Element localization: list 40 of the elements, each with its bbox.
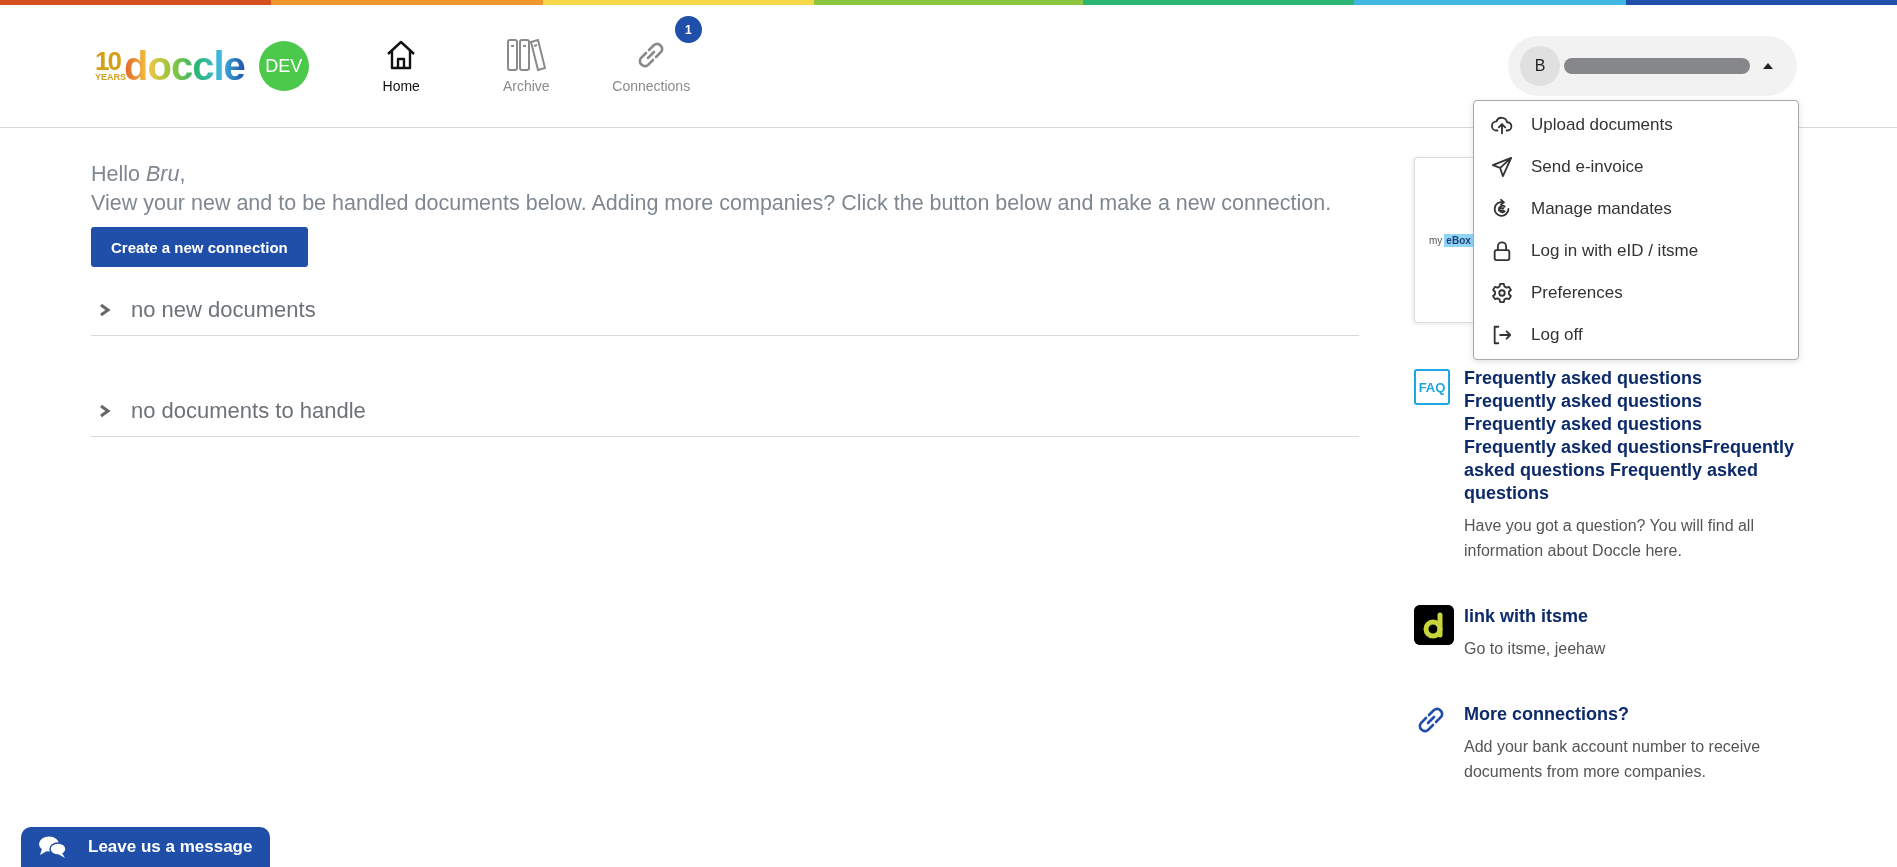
cloud-upload-icon xyxy=(1491,114,1513,136)
sidebar-description: Have you got a question? You will find all information about Doccle here. xyxy=(1464,516,1755,561)
paper-plane-icon xyxy=(1491,156,1513,178)
section-header[interactable]: no new documents xyxy=(91,285,1359,336)
menu-item[interactable]: Log in with eID / itsme xyxy=(1474,230,1798,272)
chat-bubbles-icon xyxy=(38,835,68,859)
menu-item[interactable]: Log off xyxy=(1474,314,1798,356)
lock-icon xyxy=(1491,240,1513,262)
nav-tab[interactable]: Connections 1 xyxy=(588,16,714,94)
intro-text: View your new and to be handled documents below. Adding more companies? Click the button below and make a new connection. xyxy=(91,190,1333,217)
logo-emblem-label: YEARS xyxy=(95,72,126,82)
app-icon xyxy=(1414,605,1454,645)
create-connection-button[interactable]: Create a new connection xyxy=(91,227,308,267)
caret-icon xyxy=(1763,63,1773,69)
promo-card[interactable]: my eBox xyxy=(1414,157,1473,323)
menu-item[interactable]: Preferences xyxy=(1474,272,1798,314)
user-avatar: B xyxy=(1520,46,1560,86)
menu-item[interactable]: Send e-invoice xyxy=(1474,146,1798,188)
environment-badge: DEV xyxy=(258,41,309,91)
promo-logo-prefix: my xyxy=(1429,234,1443,246)
settings-icon xyxy=(1491,282,1513,304)
greeting-text: Hello Bru, xyxy=(91,161,187,188)
sidebar-link[interactable]: Frequently asked questions Frequently asked questions Frequently asked questions Frequently asked questionsFrequently asked questions Frequently asked questions xyxy=(1464,367,1800,505)
logo-emblem-number: 10 xyxy=(95,50,120,72)
notification-badge: 1 xyxy=(674,16,702,43)
logout-icon xyxy=(1491,324,1513,346)
menu-item[interactable]: Upload documents xyxy=(1474,104,1798,146)
faq-icon: FAQ xyxy=(1414,369,1450,405)
promo-logo: eBox xyxy=(1444,233,1473,247)
menu-item[interactable]: Manage mandates xyxy=(1474,188,1798,230)
sidebar-description: Add your bank account number to receive documents from more companies. xyxy=(1464,737,1762,782)
nav-tab[interactable]: Archive xyxy=(463,16,589,94)
user-menu-button[interactable]: B xyxy=(1508,36,1797,96)
binders-icon xyxy=(506,38,547,72)
sidebar-link[interactable]: More connections? xyxy=(1464,703,1800,726)
nav-tab[interactable]: Home xyxy=(338,16,464,94)
sidebar-link[interactable]: link with itsme xyxy=(1464,605,1606,628)
section-header[interactable]: no documents to handle xyxy=(91,386,1359,437)
sidebar-description: Go to itsme, jeehaw xyxy=(1464,639,1606,659)
chat-button[interactable]: Leave us a message xyxy=(21,827,270,867)
